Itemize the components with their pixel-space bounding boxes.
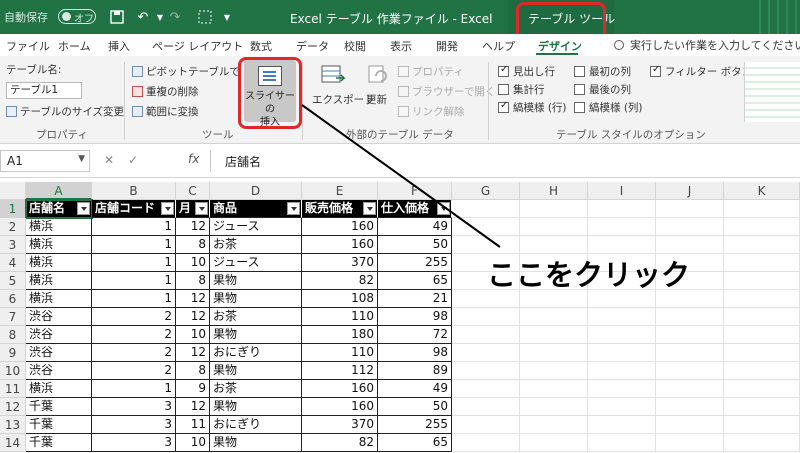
annotation-text: ここをクリック (487, 258, 691, 292)
annotation-arrow (301, 104, 501, 248)
